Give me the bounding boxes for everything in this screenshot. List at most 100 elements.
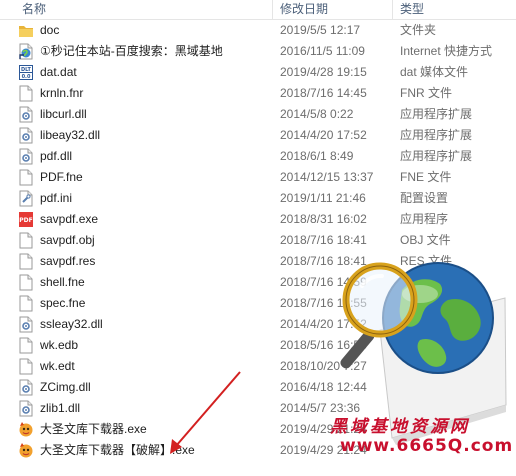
file-name: spec.fne: [40, 296, 86, 310]
svg-text:0.0: 0.0: [22, 74, 31, 80]
file-name: pdf.dll: [40, 149, 73, 163]
file-type: 应用程序: [400, 212, 449, 226]
file-date: 2018/6/1 8:49: [280, 149, 354, 163]
file-date: 2019/5/5 12:17: [280, 23, 361, 37]
file-row[interactable]: wk.edb 2018/5/16 16:58: [0, 335, 516, 356]
file-type: 配置设置: [400, 191, 449, 205]
blank-file-icon: [18, 337, 34, 354]
file-date: 2016/4/18 12:44: [280, 380, 367, 394]
file-date: 2014/5/8 0:22: [280, 107, 354, 121]
file-type: FNR 文件: [400, 86, 452, 100]
dll-file-icon: [18, 379, 34, 396]
dat-file-icon: DLT 0.0: [18, 64, 34, 81]
file-name: pdf.ini: [40, 191, 73, 205]
file-date: 2019/1/11 21:46: [280, 191, 366, 205]
column-separator[interactable]: [272, 0, 273, 20]
dll-file-icon: [18, 148, 34, 165]
file-name: krnln.fnr: [40, 86, 84, 100]
file-date: 2016/11/5 11:09: [280, 44, 365, 58]
blank-file-icon: [18, 232, 34, 249]
file-name: PDF.fne: [40, 170, 83, 184]
app-exe-icon: [18, 442, 34, 459]
file-name: zlib1.dll: [40, 401, 81, 415]
file-date: 2018/10/20 7:27: [280, 359, 367, 373]
file-name: savpdf.exe: [40, 212, 99, 226]
file-name: shell.fne: [40, 275, 85, 289]
file-row[interactable]: doc 2019/5/5 12:17 文件夹: [0, 20, 516, 41]
file-row[interactable]: pdf.dll 2018/6/1 8:49 应用程序扩展: [0, 146, 516, 167]
file-row[interactable]: zlib1.dll 2014/5/7 23:36: [0, 398, 516, 419]
file-name: libeay32.dll: [40, 128, 101, 142]
file-row[interactable]: ssleay32.dll 2014/4/20 17:52: [0, 314, 516, 335]
file-row[interactable]: DLT 0.0 dat.dat 2019/4/28 19:15 dat 媒体文件: [0, 62, 516, 83]
ini-file-icon: [18, 190, 34, 207]
file-name: 大圣文库下载器【破解】.exe: [40, 443, 195, 457]
file-date: 2014/12/15 13:37: [280, 170, 374, 184]
blank-file-icon: [18, 274, 34, 291]
file-type: FNE 文件: [400, 170, 452, 184]
file-name: savpdf.res: [40, 254, 96, 268]
file-date: 2018/7/16 18:41: [280, 233, 367, 247]
file-date: 2018/5/16 16:58: [280, 338, 367, 352]
file-name: dat.dat: [40, 65, 77, 79]
app-exe-icon: [18, 421, 34, 438]
file-date: 2018/7/16 14:55: [280, 296, 367, 310]
file-row[interactable]: ZCimg.dll 2016/4/18 12:44: [0, 377, 516, 398]
file-row[interactable]: PDF.fne 2014/12/15 13:37 FNE 文件: [0, 167, 516, 188]
file-type: 应用程序扩展: [400, 149, 473, 163]
column-header-type[interactable]: 类型: [400, 0, 424, 20]
file-row[interactable]: PDF savpdf.exe 2018/8/31 16:02 应用程序: [0, 209, 516, 230]
file-date: 2014/5/7 23:36: [280, 401, 361, 415]
file-name: ①秒记住本站-百度搜索：黑域基地: [40, 44, 223, 58]
file-row[interactable]: savpdf.res 2018/7/16 18:41 RES 文件: [0, 251, 516, 272]
blank-file-icon: [18, 85, 34, 102]
file-name: libcurl.dll: [40, 107, 87, 121]
column-header-date[interactable]: 修改日期: [280, 0, 328, 20]
file-date: 2018/8/31 16:02: [280, 212, 367, 226]
file-row[interactable]: wk.edt 2018/10/20 7:27: [0, 356, 516, 377]
dll-file-icon: [18, 106, 34, 123]
file-row[interactable]: ①秒记住本站-百度搜索：黑域基地 2016/11/5 11:09 Internet …: [0, 41, 516, 62]
file-type: OBJ 文件: [400, 233, 451, 247]
file-type: 文件夹: [400, 23, 437, 37]
file-name: wk.edt: [40, 359, 75, 373]
file-row[interactable]: shell.fne 2018/7/16 14:59 FNE 文件: [0, 272, 516, 293]
file-date: 2018/7/16 14:45: [280, 86, 367, 100]
file-date: 2014/4/20 17:52: [280, 128, 367, 142]
file-row[interactable]: 大圣文库下载器【破解】.exe 2019/4/29 21:24: [0, 440, 516, 461]
file-name: 大圣文库下载器.exe: [40, 422, 147, 436]
file-date: 2018/7/16 18:41: [280, 254, 367, 268]
dll-file-icon: [18, 127, 34, 144]
file-name: wk.edb: [40, 338, 79, 352]
file-row[interactable]: savpdf.obj 2018/7/16 18:41 OBJ 文件: [0, 230, 516, 251]
dll-file-icon: [18, 400, 34, 417]
svg-text:PDF: PDF: [19, 217, 32, 224]
svg-text:DLT: DLT: [21, 67, 32, 73]
file-type: dat 媒体文件: [400, 65, 469, 79]
column-separator[interactable]: [392, 0, 393, 20]
file-type: FNE 文件: [400, 275, 452, 289]
file-name: ZCimg.dll: [40, 380, 91, 394]
file-name: ssleay32.dll: [40, 317, 103, 331]
file-date: 2019/4/28 19:15: [280, 65, 367, 79]
file-row[interactable]: krnln.fnr 2018/7/16 14:45 FNR 文件: [0, 83, 516, 104]
file-type: 应用程序扩展: [400, 107, 473, 121]
file-row[interactable]: libeay32.dll 2014/4/20 17:52 应用程序扩展: [0, 125, 516, 146]
file-date: 2018/7/16 14:59: [280, 275, 367, 289]
file-type: 应用程序扩展: [400, 128, 473, 142]
file-type: RES 文件: [400, 254, 453, 268]
column-header-bar: 名称 修改日期 类型: [0, 0, 516, 20]
blank-file-icon: [18, 253, 34, 270]
file-row[interactable]: 大圣文库下载器.exe 2019/4/29 21:24: [0, 419, 516, 440]
file-row[interactable]: libcurl.dll 2014/5/8 0:22 应用程序扩展: [0, 104, 516, 125]
file-name: doc: [40, 23, 60, 37]
file-date: 2014/4/20 17:52: [280, 317, 367, 331]
file-row[interactable]: spec.fne 2018/7/16 14:55: [0, 293, 516, 314]
file-row[interactable]: pdf.ini 2019/1/11 21:46 配置设置: [0, 188, 516, 209]
file-type: Internet 快捷方式: [400, 44, 493, 58]
pdf-app-icon: PDF: [18, 211, 34, 228]
blank-file-icon: [18, 169, 34, 186]
column-header-name[interactable]: 名称: [22, 0, 46, 20]
internet-shortcut-icon: [18, 43, 34, 60]
blank-file-icon: [18, 358, 34, 375]
